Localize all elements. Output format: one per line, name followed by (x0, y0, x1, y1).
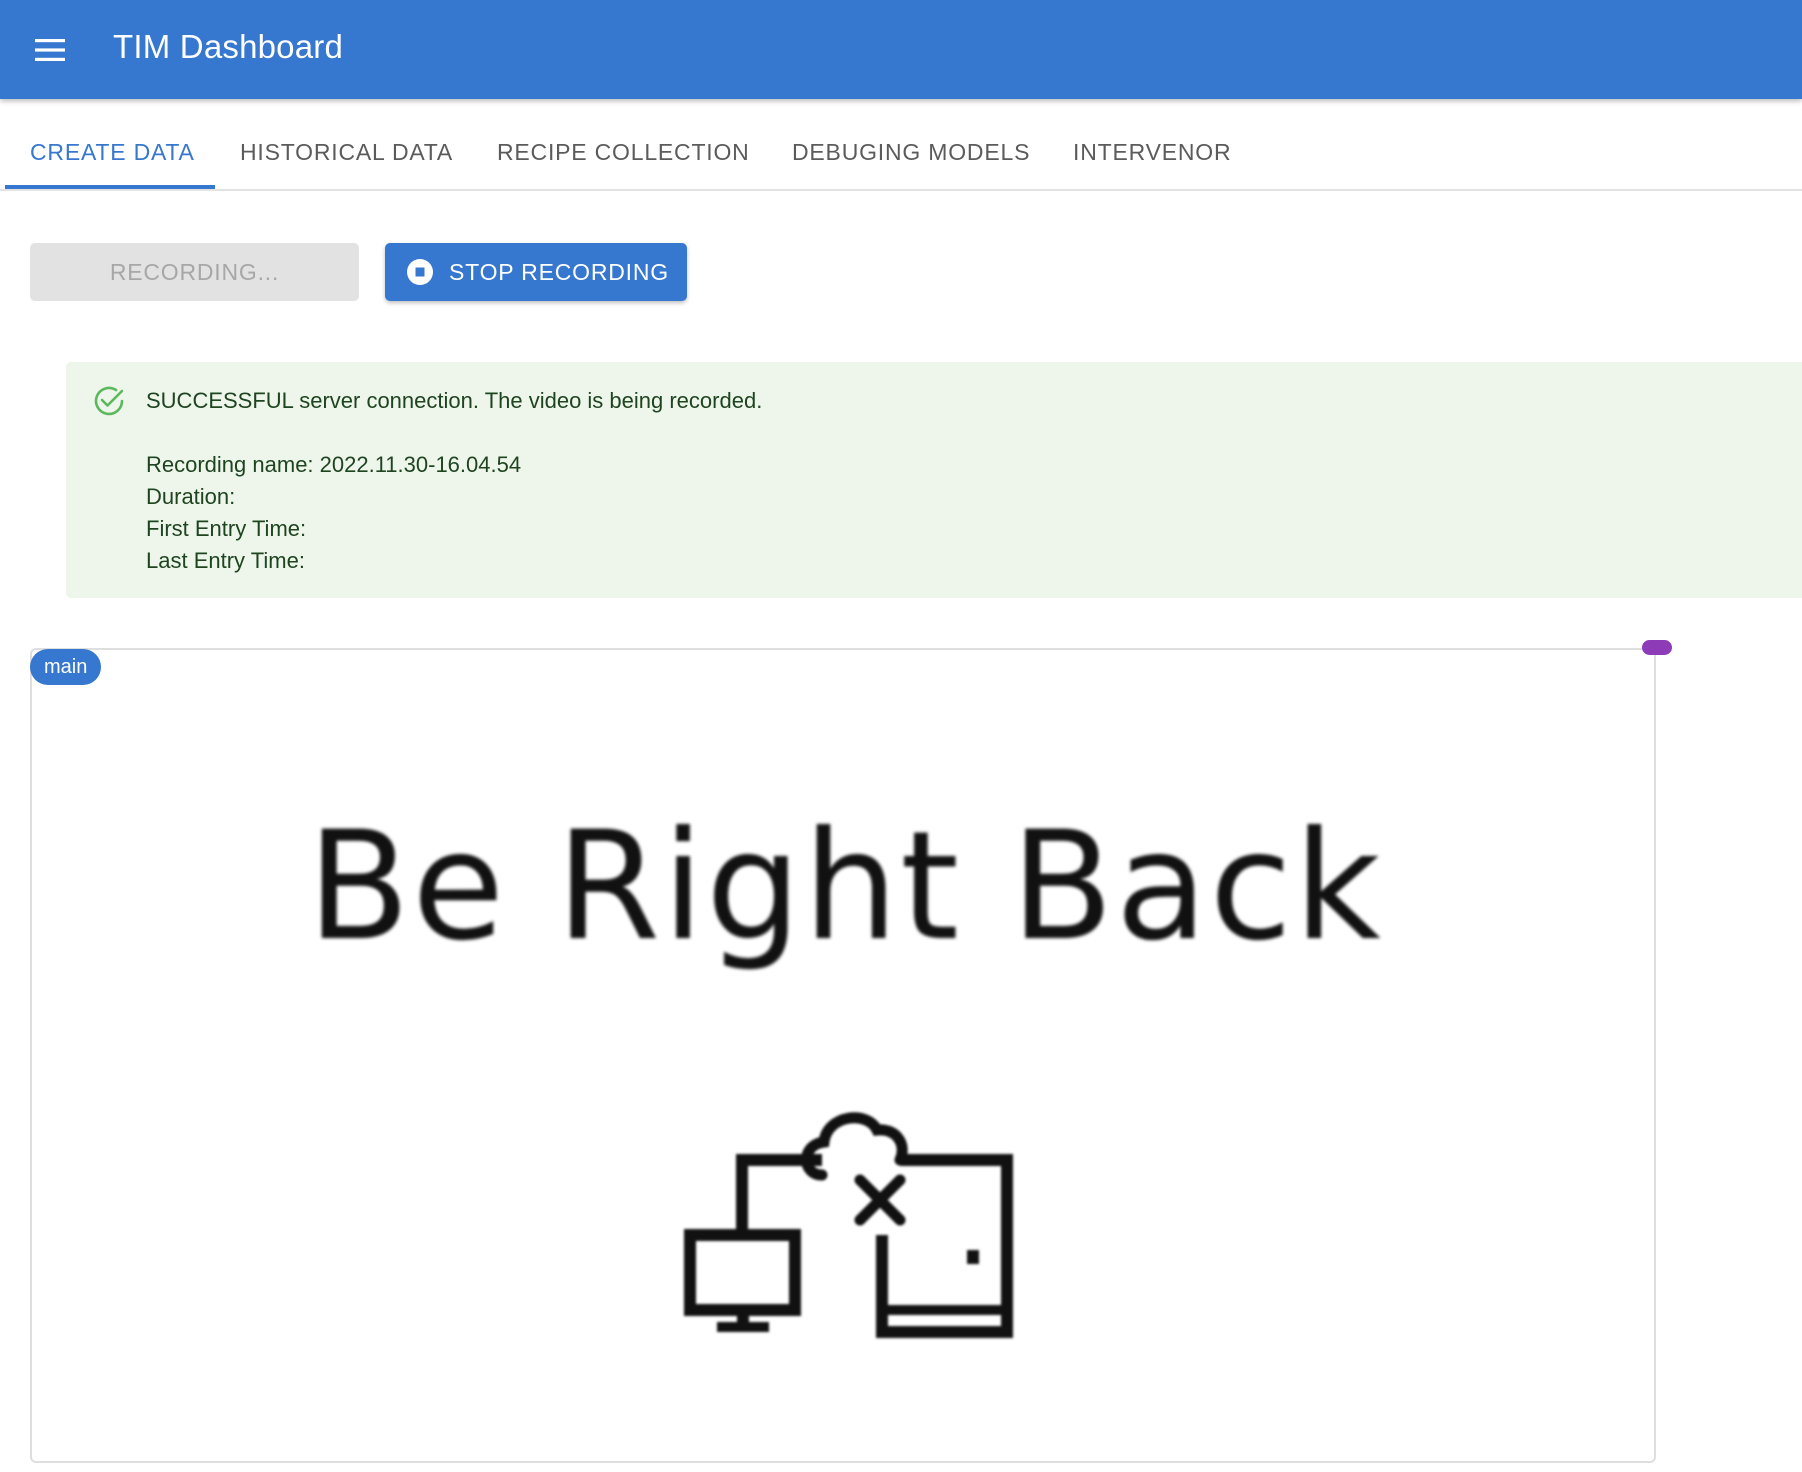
alert-message: SUCCESSFUL server connection. The video … (146, 388, 763, 413)
active-tab-indicator (5, 185, 215, 189)
resize-handle[interactable] (1642, 640, 1672, 655)
menu-button[interactable] (22, 26, 78, 74)
duration: Duration: (146, 484, 236, 509)
tab-intervenor[interactable]: INTERVENOR (1073, 139, 1231, 166)
hamburger-menu-icon (35, 39, 65, 61)
app-bar: TIM Dashboard (0, 0, 1802, 99)
stop-circle-icon (407, 259, 433, 285)
computer-cloud-disconnected-icon (684, 1112, 1013, 1338)
app-title: TIM Dashboard (113, 28, 344, 65)
video-source-chip[interactable]: main (30, 649, 102, 685)
tab-historical-data[interactable]: HISTORICAL DATA (240, 139, 453, 166)
tab-bar: CREATE DATA HISTORICAL DATA RECIPE COLLE… (0, 99, 1802, 191)
brb-text: Be Right Back (307, 800, 1383, 974)
tab-create-data[interactable]: CREATE DATA (30, 139, 195, 166)
check-circle-icon (94, 386, 124, 416)
tab-recipe-collection[interactable]: RECIPE COLLECTION (497, 139, 750, 166)
stop-recording-button[interactable]: STOP RECORDING (385, 243, 687, 301)
video-frame: Be Right Back (30, 648, 1656, 1463)
recording-button[interactable]: RECORDING... (30, 243, 359, 301)
tab-debuging-models[interactable]: DEBUGING MODELS (792, 139, 1030, 166)
stop-recording-label: STOP RECORDING (449, 259, 669, 285)
recording-name: Recording name: 2022.11.30-16.04.54 (146, 452, 522, 477)
first-entry-time: First Entry Time: (146, 516, 307, 541)
last-entry-time: Last Entry Time: (146, 548, 305, 573)
success-alert: SUCCESSFUL server connection. The video … (66, 362, 1802, 598)
